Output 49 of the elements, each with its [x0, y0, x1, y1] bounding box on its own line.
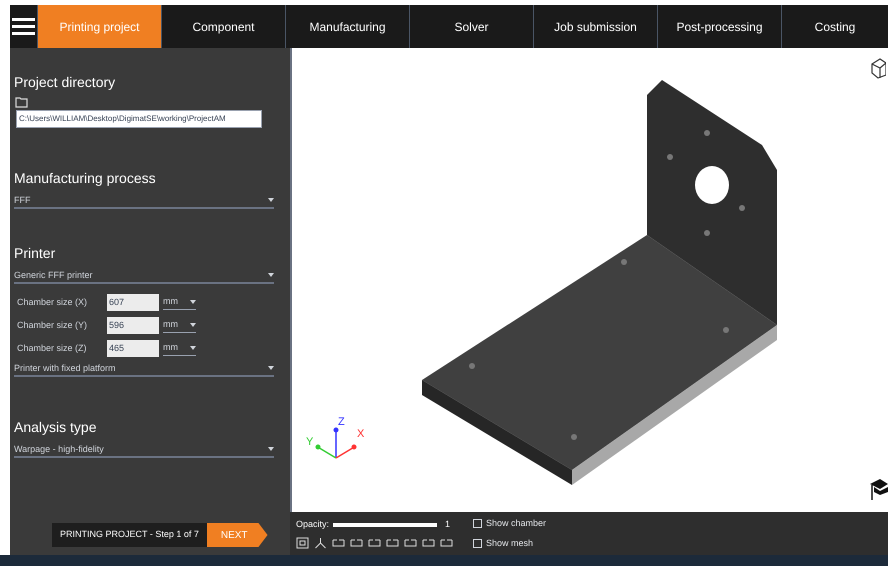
caret-icon [190, 323, 196, 327]
caret-icon [268, 447, 274, 451]
view-icon[interactable] [368, 537, 381, 550]
view-icon[interactable] [332, 537, 345, 550]
unit-dropdown[interactable]: mm [163, 318, 196, 333]
checkbox-label: Show chamber [486, 517, 546, 530]
number-field[interactable]: 465 [107, 340, 159, 357]
checkbox-label: Show mesh [486, 536, 534, 550]
section-heading: Analysis type [14, 418, 98, 437]
axis-label: Z [338, 415, 345, 430]
view-icon[interactable] [314, 537, 327, 550]
checkbox[interactable] [473, 538, 482, 548]
opacity-value: 1 [445, 518, 450, 531]
unit-dropdown[interactable]: mm [163, 341, 196, 356]
model-viewport[interactable]: X Y Z [290, 48, 888, 512]
caret-icon [190, 346, 196, 350]
caret-icon [268, 198, 274, 202]
caret-icon [268, 366, 274, 370]
cube-icon[interactable] [870, 56, 886, 80]
mortarboard-icon[interactable] [870, 476, 888, 502]
path-field[interactable]: C:\Users\WILLIAM\Desktop\DigimatSE\working\ProjectAM [16, 110, 262, 128]
folder-icon[interactable] [15, 96, 29, 108]
view-icon[interactable] [296, 537, 309, 550]
section-heading: Project directory [14, 73, 116, 92]
view-icon[interactable] [422, 537, 435, 550]
caret-icon [268, 273, 274, 277]
view-icon[interactable] [350, 537, 363, 550]
field-label: Chamber size (X) [17, 296, 88, 309]
field-label: Chamber size (Y) [17, 318, 88, 332]
field-label: Chamber size (Z) [17, 342, 88, 355]
dropdown[interactable]: Warpage - high-fidelity [14, 442, 274, 458]
number-field[interactable]: 607 [107, 294, 159, 311]
dropdown[interactable]: Printer with fixed platform [14, 361, 274, 377]
view-icon[interactable] [440, 537, 453, 550]
caret-icon [190, 300, 196, 304]
axis-label: Y [306, 435, 314, 450]
checkbox[interactable] [473, 519, 482, 528]
dropdown[interactable]: FFF [14, 193, 274, 209]
opacity-slider[interactable] [333, 522, 438, 526]
dropdown[interactable]: Generic FFF printer [14, 268, 274, 284]
axis-label: X [357, 427, 364, 442]
view-icon[interactable] [404, 537, 417, 550]
step-label: PRINTING PROJECT - Step 1 of 7 [52, 523, 207, 547]
opacity-label: Opacity: [296, 518, 330, 531]
view-icon[interactable] [386, 537, 399, 550]
section-heading: Manufacturing process [14, 169, 157, 188]
section-heading: Printer [14, 244, 56, 263]
number-field[interactable]: 596 [107, 317, 159, 334]
unit-dropdown[interactable]: mm [163, 295, 196, 310]
